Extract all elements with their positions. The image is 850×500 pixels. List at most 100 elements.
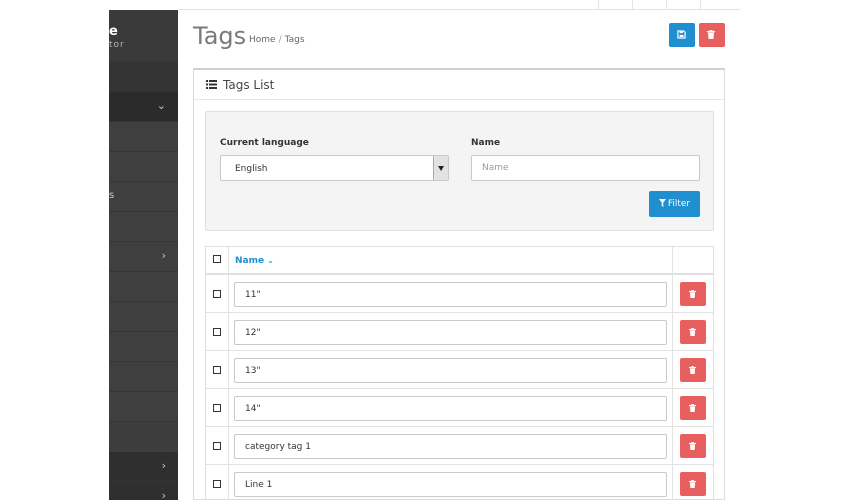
sidebar-item[interactable]: › — [109, 452, 178, 482]
select-all-checkbox[interactable] — [213, 255, 221, 263]
tags-table: Name ⌄ — [205, 246, 714, 500]
trash-icon — [689, 328, 696, 336]
name-column-label: Name — [235, 256, 265, 266]
panel-title: Tags List — [223, 78, 275, 92]
breadcrumb-current: Tags — [284, 35, 305, 45]
row-checkbox[interactable] — [213, 442, 221, 450]
trash-icon — [689, 290, 696, 298]
list-icon — [206, 80, 217, 89]
row-delete-button[interactable] — [680, 282, 706, 306]
table-row — [206, 389, 713, 427]
sidebar-item[interactable] — [109, 152, 178, 182]
floppy-disk-icon — [677, 30, 686, 39]
sidebar: e tor ⌄ s › › › — [109, 10, 178, 500]
table-row — [206, 275, 713, 313]
sidebar-item-label: s — [109, 190, 115, 201]
chevron-right-icon: › — [161, 249, 166, 262]
sidebar-item[interactable] — [109, 392, 178, 422]
row-checkbox[interactable] — [213, 328, 221, 336]
name-filter-input[interactable] — [471, 155, 700, 181]
topbar-cell[interactable] — [666, 0, 700, 10]
column-divider — [228, 313, 229, 350]
filter-button[interactable]: Filter — [649, 191, 700, 217]
column-divider — [228, 275, 229, 312]
row-delete-button[interactable] — [680, 434, 706, 458]
trash-icon — [689, 404, 696, 412]
chevron-right-icon: › — [161, 489, 166, 500]
table-row — [206, 465, 713, 500]
row-checkbox[interactable] — [213, 480, 221, 488]
top-bar — [178, 0, 740, 10]
sidebar-brand: e tor — [109, 10, 178, 62]
name-label: Name — [471, 138, 501, 148]
chevron-down-icon: ⌄ — [267, 256, 274, 265]
sidebar-item[interactable]: › — [109, 482, 178, 500]
column-divider — [672, 313, 673, 350]
breadcrumb-separator: / — [278, 35, 282, 45]
row-checkbox[interactable] — [213, 404, 221, 412]
language-label: Current language — [220, 138, 309, 148]
column-divider — [672, 389, 673, 426]
page-title: Tags — [193, 22, 247, 50]
trash-icon — [707, 30, 715, 39]
column-divider — [672, 465, 673, 500]
tag-name-input[interactable] — [234, 282, 667, 307]
topbar-cell[interactable] — [632, 0, 666, 10]
table-row — [206, 351, 713, 389]
sidebar-item[interactable]: › — [109, 242, 178, 272]
chevron-down-icon: ⌄ — [156, 99, 166, 112]
column-divider — [672, 351, 673, 388]
tag-name-input[interactable] — [234, 358, 667, 383]
sidebar-item[interactable] — [109, 362, 178, 392]
row-checkbox[interactable] — [213, 366, 221, 374]
trash-icon — [689, 366, 696, 374]
column-divider — [672, 427, 673, 464]
row-delete-button[interactable] — [680, 320, 706, 344]
column-divider — [672, 275, 673, 312]
tag-name-input[interactable] — [234, 320, 667, 345]
row-delete-button[interactable] — [680, 396, 706, 420]
funnel-icon — [658, 199, 666, 207]
app-window: e tor ⌄ s › › › Tags Home / Tags Tags Li… — [0, 0, 850, 500]
language-select[interactable]: English — [220, 155, 449, 181]
breadcrumb-home-link[interactable]: Home — [249, 35, 276, 45]
sidebar-item-active[interactable]: ⌄ — [109, 92, 178, 122]
sidebar-item[interactable] — [109, 272, 178, 302]
brand-subtitle: tor — [109, 40, 125, 50]
breadcrumb: Home / Tags — [249, 35, 305, 45]
table-header-row: Name ⌄ — [206, 247, 713, 275]
topbar-cell[interactable] — [700, 0, 740, 10]
row-delete-button[interactable] — [680, 472, 706, 496]
column-divider — [228, 351, 229, 388]
panel-header: Tags List — [194, 70, 724, 100]
sidebar-item[interactable] — [109, 302, 178, 332]
table-row — [206, 313, 713, 351]
sidebar-item[interactable] — [109, 62, 178, 92]
delete-button[interactable] — [699, 23, 725, 47]
sidebar-item[interactable] — [109, 212, 178, 242]
brand-title: e — [109, 24, 118, 39]
tag-name-input[interactable] — [234, 396, 667, 421]
trash-icon — [689, 480, 696, 488]
row-checkbox[interactable] — [213, 290, 221, 298]
column-divider — [228, 247, 229, 273]
column-divider — [672, 247, 673, 273]
column-divider — [228, 465, 229, 500]
column-divider — [228, 427, 229, 464]
tags-list-panel: Tags List Current language English Name … — [193, 68, 725, 500]
tag-name-input[interactable] — [234, 472, 667, 497]
name-column-header[interactable]: Name ⌄ — [235, 256, 274, 266]
sidebar-item[interactable] — [109, 332, 178, 362]
tag-name-input[interactable] — [234, 434, 667, 459]
filter-form: Current language English Name Filter — [205, 111, 714, 231]
column-divider — [228, 389, 229, 426]
dropdown-arrow-icon[interactable] — [433, 156, 448, 180]
row-delete-button[interactable] — [680, 358, 706, 382]
chevron-right-icon: › — [161, 459, 166, 472]
save-button[interactable] — [669, 23, 695, 47]
filter-button-label: Filter — [667, 199, 691, 209]
topbar-cell[interactable] — [598, 0, 632, 10]
sidebar-item[interactable]: s — [109, 182, 178, 212]
sidebar-item[interactable] — [109, 122, 178, 152]
language-select-value: English — [235, 164, 268, 174]
